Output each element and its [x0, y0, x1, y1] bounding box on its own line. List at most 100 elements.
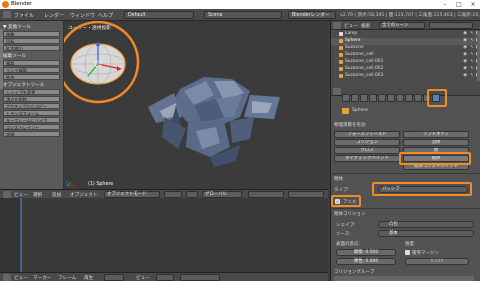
tl-menu-view[interactable]: ビュー: [14, 275, 28, 281]
properties-editor-type-icon[interactable]: [333, 88, 341, 95]
tool-button-delete[interactable]: 頂点を削除: [3, 96, 60, 102]
menu-window[interactable]: ウィンドウ: [70, 12, 95, 19]
duplicate-button[interactable]: 複製: [3, 60, 60, 66]
tool-button-transform[interactable]: トランスフォーム: [3, 110, 60, 116]
duplicate-linked-button[interactable]: リンク複製: [3, 67, 60, 73]
force-field-label: フォースフィールド: [347, 132, 387, 137]
outliner-row[interactable]: Suzanne◉↖■: [331, 45, 480, 52]
outliner-editor-type-icon[interactable]: [333, 22, 341, 29]
tl-menu-frame[interactable]: フレーム: [58, 275, 76, 281]
toolshelf-tab-strip[interactable]: [0, 29, 3, 89]
maximize-icon[interactable]: □: [452, 0, 466, 9]
select-icon[interactable]: ↖: [470, 66, 474, 72]
fluid-button[interactable]: 流体: [403, 139, 469, 146]
tool-button-shape[interactable]: シェイプを変更: [3, 89, 60, 95]
scale-button[interactable]: 拡大縮小: [3, 45, 60, 51]
select-icon[interactable]: ↖: [470, 52, 474, 58]
outliner-row[interactable]: Sphere◉↖■: [331, 38, 480, 45]
tool-button-copy[interactable]: アクティブからコピー: [3, 103, 60, 109]
editor-type-icon[interactable]: [3, 11, 11, 18]
menu-help[interactable]: ヘルプ: [98, 12, 113, 19]
mesh-icon: [339, 39, 343, 43]
timeline-area[interactable]: [0, 198, 328, 272]
modifiers-tab-icon[interactable]: [396, 94, 404, 102]
orientation-dropdown[interactable]: グローバル: [202, 191, 242, 198]
render-engine-dropdown[interactable]: Blenderレンダー: [288, 11, 336, 19]
outliner-row[interactable]: Suzanne_cell.001◉↖■: [331, 59, 480, 66]
minimize-icon[interactable]: –: [438, 0, 452, 9]
tl-play-buttons[interactable]: [180, 274, 220, 281]
margin-checkbox[interactable]: [405, 250, 410, 255]
suzanne-object[interactable]: [148, 77, 280, 167]
tool-button-bake[interactable]: キーフレームにベイク: [3, 117, 60, 123]
select-icon[interactable]: ↖: [470, 38, 474, 44]
tl-menu-play[interactable]: 再生: [84, 275, 93, 281]
render-layers-tab-icon[interactable]: [351, 94, 359, 102]
world-tab-icon[interactable]: [369, 94, 377, 102]
dynamic-paint-button[interactable]: ダイナミックペイント: [334, 155, 400, 162]
translate-button[interactable]: 移動: [3, 31, 60, 37]
rotate-button[interactable]: 回転: [3, 38, 60, 44]
object-tab-icon[interactable]: [378, 94, 386, 102]
outliner-row[interactable]: Suzanne_cell◉↖■: [331, 52, 480, 59]
close-icon[interactable]: ×: [466, 0, 480, 9]
menu-render[interactable]: レンダー: [44, 12, 64, 19]
timeline-editor-type-icon[interactable]: [3, 274, 11, 281]
eye-icon[interactable]: ◉: [463, 73, 467, 79]
rigid-body-panel-header[interactable]: 剛体: [334, 176, 343, 182]
transform-header[interactable]: ▼ 変換ツール: [3, 24, 31, 30]
render-tab-icon[interactable]: [342, 94, 350, 102]
source-dropdown[interactable]: 基本: [378, 230, 474, 237]
layer-buttons[interactable]: [248, 191, 284, 198]
select-icon[interactable]: ↖: [470, 59, 474, 65]
margin-field[interactable]: 0.040: [405, 258, 469, 265]
screen-layout-dropdown[interactable]: Default: [124, 11, 194, 19]
menu-file[interactable]: ファイル: [14, 12, 34, 19]
outliner-display-dropdown[interactable]: 全てのシーン: [379, 22, 425, 29]
pivot-dropdown[interactable]: [186, 191, 198, 198]
data-tab-icon[interactable]: [405, 94, 413, 102]
select-icon[interactable]: ↖: [470, 31, 474, 37]
3d-viewport[interactable]: ユーザー・透視投影 (1) Sphere: [64, 21, 328, 189]
eye-icon[interactable]: ◉: [463, 52, 467, 58]
join-button[interactable]: 結合: [3, 74, 60, 80]
eye-icon[interactable]: ◉: [463, 38, 467, 44]
tl-menu-marker[interactable]: マーカー: [33, 275, 51, 281]
force-field-button[interactable]: フォースフィールド: [334, 131, 400, 138]
outliner-menu-search[interactable]: 検索: [361, 23, 370, 29]
viewport-editor-type-icon[interactable]: [3, 191, 11, 198]
bounce-field[interactable]: 弾性: 0.000: [336, 258, 396, 265]
tl-menu-view-2[interactable]: ビュー: [136, 275, 150, 281]
scene-tab-icon[interactable]: [360, 94, 368, 102]
select-icon[interactable]: ↖: [470, 45, 474, 51]
eye-icon[interactable]: ◉: [463, 45, 467, 51]
outliner-row[interactable]: Lamp◉↖■: [331, 31, 480, 38]
eye-icon[interactable]: ◉: [463, 31, 467, 37]
scene-dropdown[interactable]: Scene: [204, 11, 282, 19]
shape-dropdown[interactable]: 凸包: [378, 221, 474, 228]
collision-button[interactable]: コリジョン: [334, 139, 400, 146]
eye-icon[interactable]: ◉: [463, 66, 467, 72]
soft-body-button[interactable]: ソフトボディ: [403, 131, 469, 138]
select-icon[interactable]: ↖: [470, 73, 474, 79]
constraints-tab-icon[interactable]: [387, 94, 395, 102]
collision-panel-header[interactable]: 剛体コリジョン: [334, 211, 366, 217]
friction-field[interactable]: 摩擦: 0.500: [336, 249, 396, 256]
outliner-menu-view[interactable]: ビュー: [344, 23, 358, 29]
animated-highlight: [331, 195, 361, 207]
material-tab-icon[interactable]: [414, 94, 422, 102]
collision-groups-grid[interactable]: [334, 276, 474, 281]
shading-dropdown[interactable]: [164, 191, 182, 198]
eye-icon[interactable]: ◉: [463, 59, 467, 65]
mode-dropdown[interactable]: オブジェクトモード: [104, 191, 160, 198]
outliner-row[interactable]: Suzanne_cell.002◉↖■: [331, 66, 480, 73]
snap-buttons[interactable]: [288, 191, 324, 198]
outliner-row[interactable]: Suzanne_cell.003◉↖■: [331, 73, 480, 80]
tl-shading-dropdown[interactable]: [156, 274, 174, 281]
outliner-search-input[interactable]: [429, 22, 473, 29]
tool-button-details[interactable]: 詳細: [3, 131, 60, 137]
tool-button-constraint[interactable]: コンストレイント: [3, 124, 60, 130]
cloth-button[interactable]: クロス: [334, 147, 400, 154]
outliner: ビュー 検索 全てのシーン Lamp◉↖■ Sphere◉↖■ Suzanne◉…: [330, 21, 480, 87]
tl-dropdown[interactable]: [104, 274, 124, 281]
